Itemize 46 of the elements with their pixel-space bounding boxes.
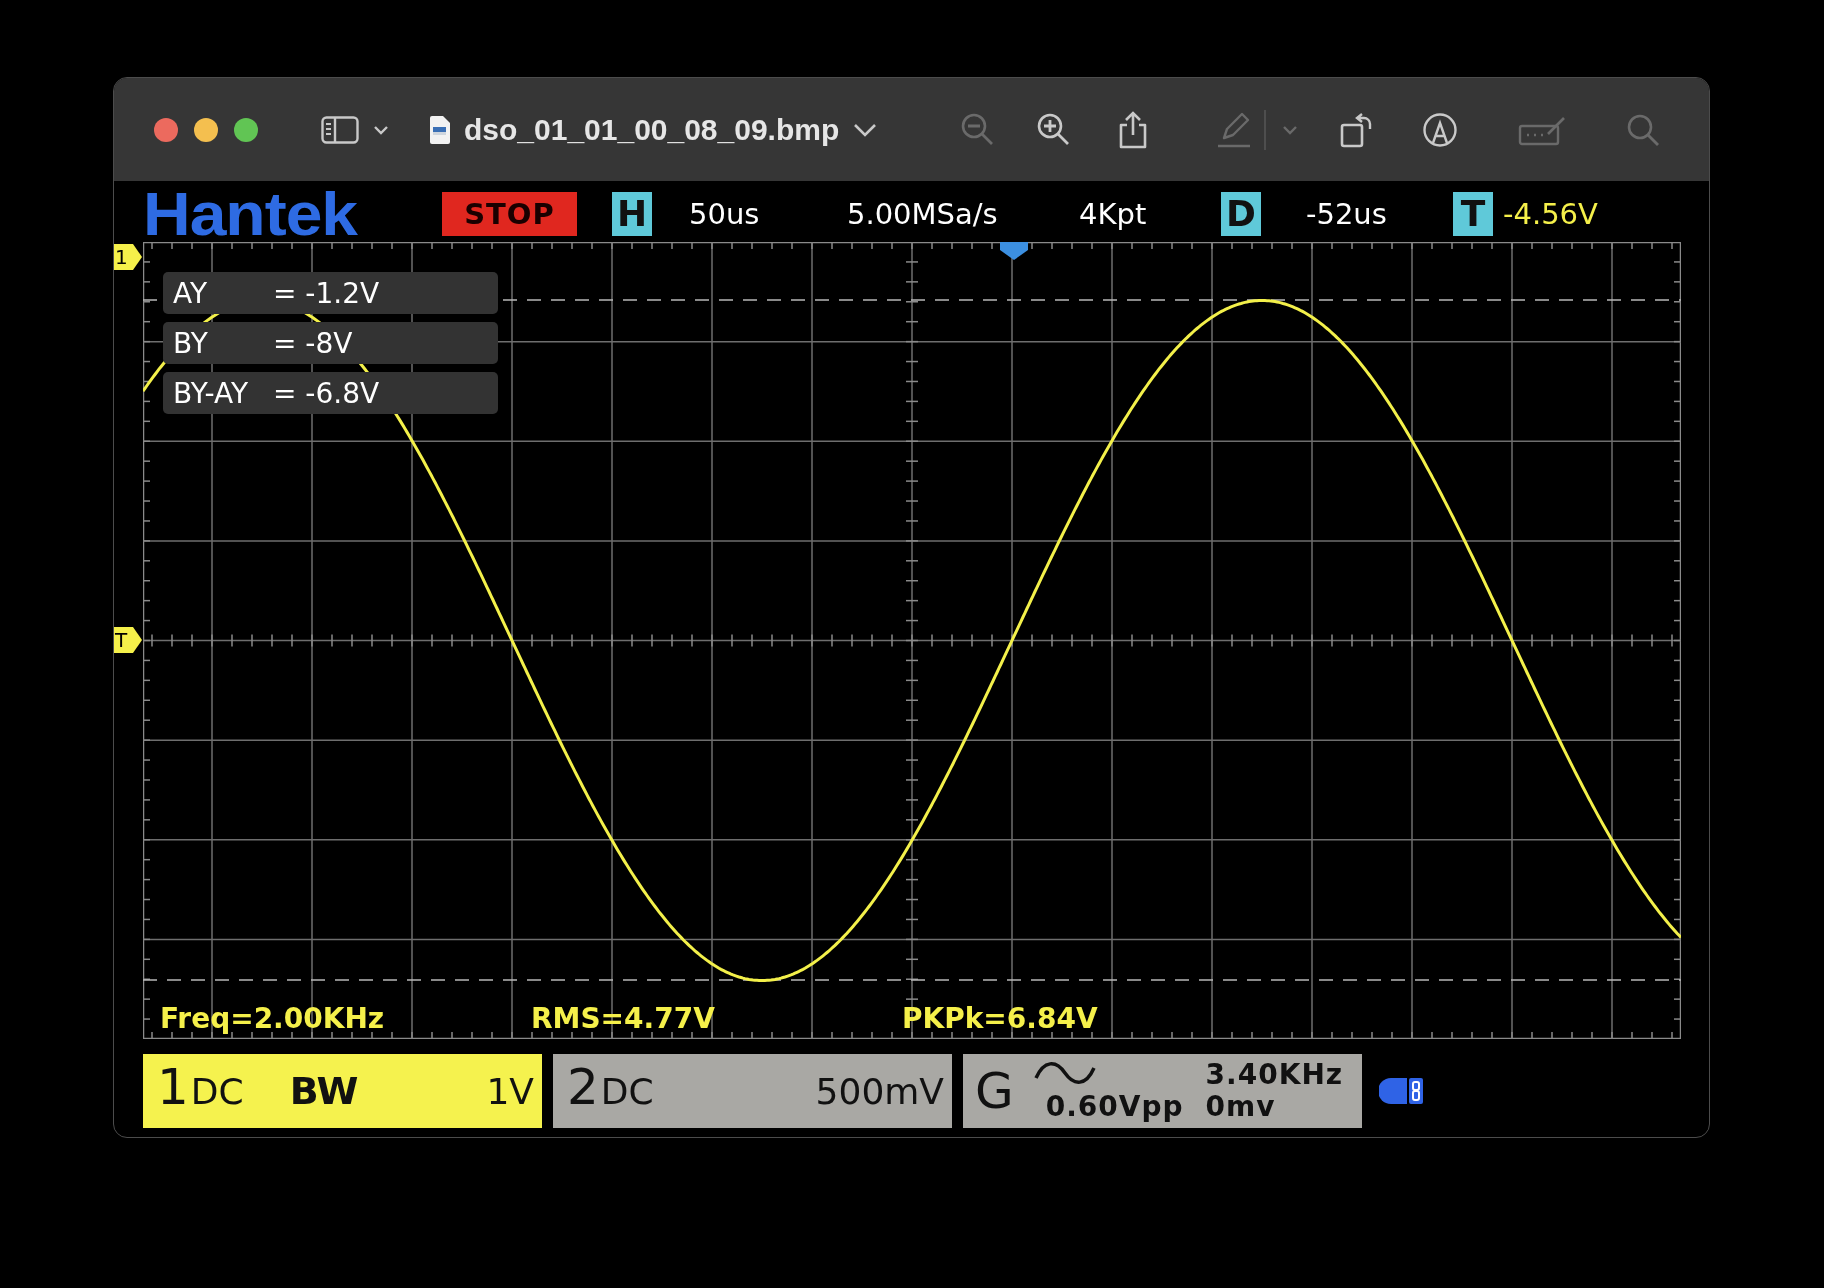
bandwidth-limit: BW [289,1069,359,1113]
sine-wave-icon [1033,1060,1096,1086]
sidebar-icon[interactable] [321,115,359,144]
channel-number: 2 [567,1062,599,1112]
run-state-badge: STOP [442,192,577,236]
markup-icon[interactable] [1421,111,1458,148]
header-value: 50us [689,197,761,231]
chevron-down-icon[interactable] [853,122,878,137]
channel-marker: 1 [114,244,142,270]
channel-scale: 1V [486,1071,534,1112]
channel-coupling: DC [190,1071,244,1112]
header-value: 4Kpt [1079,197,1148,231]
header-badge: D [1221,192,1261,236]
readout-label: BY [173,326,209,360]
header-value: -4.56V [1503,197,1599,231]
readout-label: BY-AY [173,376,250,410]
window-title: dso_01_01_00_08_09.bmp [464,112,840,147]
channel-scale: 500mV [815,1071,944,1112]
generator-offset: 0mv [1205,1091,1277,1123]
readout-value: = -6.8V [273,376,380,410]
close-button[interactable] [154,117,178,142]
trigger-level-marker: T [114,627,142,653]
measurement-value: Freq=2.00KHz [160,1002,386,1035]
channel-coupling: DC [600,1071,654,1112]
minimize-button[interactable] [194,117,218,142]
usb-status-icon [1379,1076,1425,1106]
readout-label: AY [173,276,209,310]
brand-logo: Hantek [143,183,359,245]
readout-value: = -1.2V [273,276,380,310]
header-value: 5.00MSa/s [847,197,999,231]
rotate-icon[interactable] [1339,110,1374,149]
generator-amplitude: 0.60Vpp [1045,1091,1184,1123]
generator-frequency: 3.40KHz [1205,1059,1344,1091]
header-value: -52us [1306,197,1388,231]
chevron-down-icon[interactable] [373,124,389,135]
channel-number: 1 [157,1062,189,1112]
trigger-position-icon [1000,242,1028,260]
generator-label: G [975,1066,1014,1116]
image-file-icon [429,115,451,144]
readout-value: = -8V [273,326,353,360]
share-icon[interactable] [1118,110,1149,149]
header-badge: H [612,192,652,236]
zoom-button[interactable] [234,117,258,142]
measurement-value: RMS=4.77V [531,1002,716,1035]
header-badge: T [1453,192,1493,236]
measurement-value: PKPk=6.84V [902,1002,1098,1035]
